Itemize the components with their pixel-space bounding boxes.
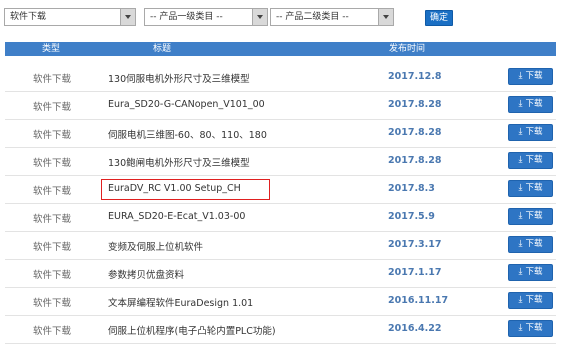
download-button[interactable]: ⤓ 下载 (508, 208, 553, 225)
table-row: 软件下载 文本屏编程软件EuraDesign 1.01 2016.11.17 ⤓ 下载 (5, 288, 556, 316)
download-button[interactable]: ⤓ 下载 (508, 264, 553, 281)
download-label: 下载 (525, 71, 543, 81)
download-icon: ⤓ (518, 127, 523, 137)
table-row: 软件下载 EuraDV_RC V1.00 Setup_CH 2017.8.3 ⤓ 下载 (5, 176, 556, 204)
download-button[interactable]: ⤓ 下载 (508, 236, 553, 253)
chevron-down-icon[interactable] (252, 9, 267, 25)
download-icon: ⤓ (518, 155, 523, 165)
download-label: 下载 (525, 295, 543, 305)
table-row: 软件下载 变频及伺服上位机软件 2017.3.17 ⤓ 下载 (5, 232, 556, 260)
chevron-down-icon[interactable] (120, 9, 135, 25)
row-date: 2017.8.3 (388, 183, 435, 194)
download-label: 下载 (525, 211, 543, 221)
row-type: 软件下载 (33, 186, 72, 197)
row-title-link[interactable]: 130鲍闸电机外形尺寸及三维模型 (108, 155, 250, 169)
download-icon: ⤓ (518, 239, 523, 249)
row-date: 2017.3.17 (388, 239, 442, 250)
row-type: 软件下载 (33, 102, 72, 113)
category-select-value: 软件下载 (10, 12, 47, 22)
confirm-button[interactable]: 确定 (425, 10, 453, 26)
download-label: 下载 (525, 155, 543, 165)
row-type: 软件下载 (33, 74, 72, 85)
row-date: 2017.1.17 (388, 267, 442, 278)
table-row: 软件下载 130伺服电机外形尺寸及三维模型 2017.12.8 ⤓ 下载 (5, 64, 556, 92)
row-date: 2016.4.22 (388, 323, 442, 334)
row-date: 2017.8.28 (388, 99, 442, 110)
row-title-link[interactable]: 伺服上位机程序(电子凸轮内置PLC功能) (108, 323, 276, 337)
row-date: 2017.12.8 (388, 71, 442, 82)
download-label: 下载 (525, 183, 543, 193)
table-row: 软件下载 参数拷贝优盘资料 2017.1.17 ⤓ 下载 (5, 260, 556, 288)
download-icon: ⤓ (518, 295, 523, 305)
download-button[interactable]: ⤓ 下载 (508, 96, 553, 113)
download-icon: ⤓ (518, 71, 523, 81)
download-button[interactable]: ⤓ 下载 (508, 292, 553, 309)
download-label: 下载 (525, 99, 543, 109)
row-type: 软件下载 (33, 298, 72, 309)
download-label: 下载 (525, 239, 543, 249)
table-row: 软件下载 Eura_SD20-G-CANopen_V101_00 2017.8.28… (5, 92, 556, 120)
chevron-down-icon[interactable] (378, 9, 393, 25)
header-date: 发布时间 (389, 44, 426, 54)
row-type: 软件下载 (33, 130, 72, 141)
row-type: 软件下载 (33, 158, 72, 169)
download-button[interactable]: ⤓ 下载 (508, 180, 553, 197)
download-button[interactable]: ⤓ 下载 (508, 68, 553, 85)
download-button[interactable]: ⤓ 下载 (508, 152, 553, 169)
row-title-link[interactable]: 130伺服电机外形尺寸及三维模型 (108, 71, 250, 85)
category-select[interactable]: 软件下载 (4, 8, 136, 26)
row-title-link[interactable]: 参数拷贝优盘资料 (108, 267, 184, 281)
table-row: 软件下载 伺服电机三维图-60、80、110、180 2017.8.28 ⤓ 下载 (5, 120, 556, 148)
download-label: 下载 (525, 267, 543, 277)
row-date: 2017.5.9 (388, 211, 435, 222)
download-button[interactable]: ⤓ 下载 (508, 320, 553, 337)
row-title-link[interactable]: 变频及伺服上位机软件 (108, 239, 203, 253)
row-date: 2017.8.28 (388, 127, 442, 138)
table-row: 软件下载 EURA_SD20-E-Ecat_V1.03-00 2017.5.9 ⤓ 下载 (5, 204, 556, 232)
header-title: 标题 (153, 44, 172, 54)
row-title-link[interactable]: 伺服电机三维图-60、80、110、180 (108, 127, 267, 141)
row-title-link[interactable]: Eura_SD20-G-CANopen_V101_00 (108, 99, 265, 110)
download-icon: ⤓ (518, 323, 523, 333)
row-type: 软件下载 (33, 242, 72, 253)
download-icon: ⤓ (518, 183, 523, 193)
table-row: 软件下载 伺服上位机程序(电子凸轮内置PLC功能) 2016.4.22 ⤓ 下载 (5, 316, 556, 344)
download-label: 下载 (525, 323, 543, 333)
row-type: 软件下载 (33, 326, 72, 337)
table-row: 软件下载 130鲍闸电机外形尺寸及三维模型 2017.8.28 ⤓ 下载 (5, 148, 556, 176)
row-type: 软件下载 (33, 270, 72, 281)
level1-select[interactable]: -- 产品一级类目 -- (144, 8, 268, 26)
download-icon: ⤓ (518, 99, 523, 109)
level2-select-value: -- 产品二级类目 -- (276, 12, 349, 22)
header-type: 类型 (42, 44, 61, 54)
row-title-link[interactable]: 文本屏编程软件EuraDesign 1.01 (108, 295, 253, 309)
download-icon: ⤓ (518, 267, 523, 277)
row-date: 2017.8.28 (388, 155, 442, 166)
table-header: 类型 标题 发布时间 (5, 42, 556, 56)
download-list: 软件下载 130伺服电机外形尺寸及三维模型 2017.12.8 ⤓ 下载 软件下载 Eura… (5, 64, 556, 344)
download-label: 下载 (525, 127, 543, 137)
download-button[interactable]: ⤓ 下载 (508, 124, 553, 141)
level1-select-value: -- 产品一级类目 -- (150, 12, 223, 22)
row-title-link[interactable]: EuraDV_RC V1.00 Setup_CH (108, 183, 241, 194)
row-type: 软件下载 (33, 214, 72, 225)
level2-select[interactable]: -- 产品二级类目 -- (270, 8, 394, 26)
row-title-link[interactable]: EURA_SD20-E-Ecat_V1.03-00 (108, 211, 245, 222)
download-icon: ⤓ (518, 211, 523, 221)
row-date: 2016.11.17 (388, 295, 449, 306)
